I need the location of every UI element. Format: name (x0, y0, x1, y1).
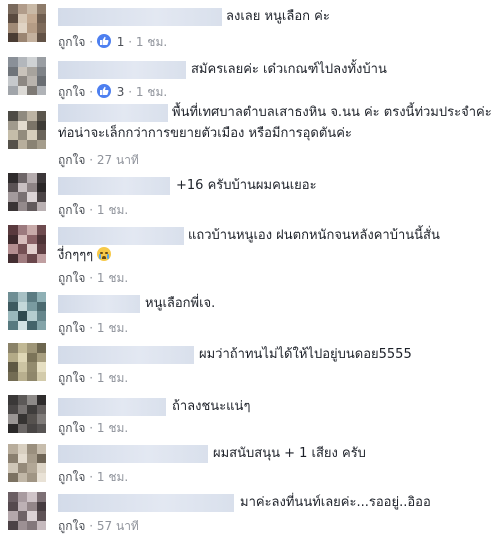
comment-meta: ถูกใจ · 1 ชม. (58, 421, 129, 435)
timestamp[interactable]: 1 ชม. (97, 470, 128, 484)
commenter-name[interactable] (58, 8, 222, 26)
timestamp[interactable]: 1 ชม. (97, 271, 128, 285)
avatar[interactable] (8, 343, 46, 381)
like-link[interactable]: ถูกใจ (58, 153, 85, 167)
avatar[interactable] (8, 292, 46, 330)
commenter-name[interactable] (58, 227, 184, 245)
like-count[interactable]: 1 (117, 35, 125, 49)
timestamp[interactable]: 57 นาที (97, 519, 139, 533)
comment-text: มาค่ะลงที่นนท์เลยค่ะ...รออยู่..อิออ (240, 495, 431, 510)
crying-face-icon (97, 247, 112, 261)
comment-text: แถวบ้านหนูเอง ฝนตกหนักจนหลังคาบ้านนี้สั่… (188, 228, 440, 243)
commenter-name[interactable] (58, 346, 194, 364)
comment-meta: ถูกใจ · 1 · 1 ชม. (58, 34, 168, 49)
avatar[interactable] (8, 492, 46, 530)
comment-meta: ถูกใจ · 1 ชม. (58, 371, 129, 385)
comment-meta: ถูกใจ · 57 นาที (58, 519, 139, 533)
like-count-icon (96, 84, 111, 98)
comment-meta: ถูกใจ · 3 · 1 ชม. (58, 84, 168, 99)
comment-text: หนูเลือกพี่เจ. (145, 296, 216, 311)
timestamp[interactable]: 1 ชม. (97, 203, 128, 217)
comment-meta: ถูกใจ · 1 ชม. (58, 203, 129, 217)
like-link[interactable]: ถูกใจ (58, 35, 85, 49)
comment-meta: ถูกใจ · 1 ชม. (58, 470, 129, 484)
comment-text-line-2: งี่กๆๆๆ (58, 247, 112, 265)
comment-text: สมัครเลยค่ะ เด๋วเกณฑ์ไปลงทั้งบ้าน (191, 62, 387, 77)
avatar[interactable] (8, 395, 46, 433)
like-link[interactable]: ถูกใจ (58, 321, 85, 335)
like-count-icon (96, 34, 111, 48)
timestamp[interactable]: 1 ชม. (136, 85, 167, 99)
comment-text: ลงเลย หนูเลือก ค่ะ (226, 9, 330, 24)
like-link[interactable]: ถูกใจ (58, 85, 85, 99)
avatar[interactable] (8, 57, 46, 95)
like-count[interactable]: 3 (117, 85, 125, 99)
comment-text: ผมสนับสนุน + 1 เสียง ครับ (213, 446, 366, 461)
comment-text: พื้นที่เทศบาลตำบลเสาธงหิน จ.นน ค่ะ ตรงนี… (172, 105, 492, 120)
like-link[interactable]: ถูกใจ (58, 371, 85, 385)
like-link[interactable]: ถูกใจ (58, 271, 85, 285)
timestamp[interactable]: 1 ชม. (97, 421, 128, 435)
timestamp[interactable]: 1 ชม. (97, 371, 128, 385)
avatar[interactable] (8, 173, 46, 211)
like-link[interactable]: ถูกใจ (58, 519, 85, 533)
avatar[interactable] (8, 4, 46, 42)
like-link[interactable]: ถูกใจ (58, 470, 85, 484)
commenter-name[interactable] (58, 177, 170, 195)
timestamp[interactable]: 1 ชม. (136, 35, 167, 49)
commenter-name[interactable] (58, 61, 186, 79)
comment-text: ถ้าลงชนะแน่ๆ (172, 399, 251, 414)
avatar[interactable] (8, 225, 46, 263)
comment-meta: ถูกใจ · 1 ชม. (58, 321, 129, 335)
comment-text: ผมว่าถ้าทนไม่ได้ให้ไปอยู่บนดอย5555 (199, 347, 412, 362)
timestamp[interactable]: 27 นาที (97, 153, 139, 167)
avatar[interactable] (8, 444, 46, 482)
comment-text-line-2: ท่อน่าจะเล็กกว่าการขยายตัวเมือง หรือมีกา… (58, 126, 352, 141)
commenter-name[interactable] (58, 104, 168, 122)
like-link[interactable]: ถูกใจ (58, 203, 85, 217)
avatar[interactable] (8, 111, 46, 149)
commenter-name[interactable] (58, 494, 234, 512)
timestamp[interactable]: 1 ชม. (97, 321, 128, 335)
comment-meta: ถูกใจ · 1 ชม. (58, 271, 129, 285)
comment-text: +16 ครับบ้านผมคนเยอะ (176, 178, 317, 193)
like-link[interactable]: ถูกใจ (58, 421, 85, 435)
commenter-name[interactable] (58, 445, 208, 463)
commenter-name[interactable] (58, 398, 166, 416)
commenter-name[interactable] (58, 295, 140, 313)
comment-meta: ถูกใจ · 27 นาที (58, 153, 139, 167)
